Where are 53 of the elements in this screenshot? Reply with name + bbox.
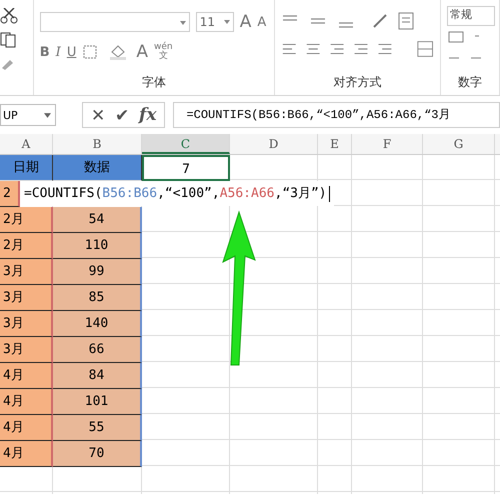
insert-function-button[interactable]: fx (139, 105, 156, 125)
table-cell[interactable]: 7 (142, 155, 230, 181)
table-cell[interactable]: 140 (53, 311, 142, 337)
column-header[interactable]: G (423, 134, 495, 154)
formula-field[interactable]: =COUNTIFS(B56:B66,“<100”,A56:A66,“3月 (173, 102, 500, 128)
table-cell[interactable]: 4月 (0, 441, 53, 467)
underline-button[interactable]: U (66, 44, 76, 60)
bold-button[interactable]: B (40, 44, 50, 60)
group-label: 字体 (140, 74, 167, 91)
font-size-field[interactable]: 11 (196, 12, 234, 32)
table-cell[interactable]: 3月 (0, 259, 53, 285)
number-format-field[interactable]: 常规 (447, 6, 495, 26)
table-cell[interactable]: 70 (53, 441, 142, 467)
in-cell-formula[interactable]: =COUNTIFS(B56:B66,“<100”,A56:A66,“3月”) (20, 181, 334, 206)
table-cell[interactable]: 3月 (0, 285, 53, 311)
dropdown-icon[interactable] (44, 112, 51, 118)
column-header[interactable]: A (0, 134, 53, 154)
dropdown-icon[interactable] (224, 20, 230, 24)
shrink-font-button[interactable]: A (257, 14, 266, 30)
table-cell[interactable]: 66 (53, 337, 142, 363)
grow-font-button[interactable]: A (240, 12, 252, 32)
table-cell[interactable]: 4月 (0, 363, 53, 389)
column-header[interactable]: E (318, 134, 352, 154)
table-cell[interactable]: 101 (53, 389, 142, 415)
cancel-button[interactable]: ✕ (91, 104, 105, 126)
table-cell[interactable]: 4月 (0, 389, 53, 415)
table-cell[interactable]: 3月 (0, 311, 53, 337)
column-header[interactable]: D (230, 134, 318, 154)
table-cell[interactable]: 99 (53, 259, 142, 285)
table-cell[interactable]: 54 (53, 207, 142, 233)
table-cell[interactable]: 110 (53, 233, 142, 259)
dropdown-icon[interactable] (180, 21, 186, 25)
enter-button[interactable]: ✔ (115, 104, 129, 126)
column-header[interactable]: F (352, 134, 423, 154)
column-header[interactable]: C (142, 134, 230, 154)
table-cell[interactable]: 2月 (0, 233, 53, 259)
table-cell[interactable]: 2 (0, 181, 20, 207)
font-color-button[interactable]: A (136, 42, 148, 62)
name-box[interactable]: UP (0, 104, 56, 126)
table-cell[interactable]: 数据 (53, 155, 142, 181)
italic-button[interactable]: I (56, 44, 61, 60)
table-cell[interactable]: 3月 (0, 337, 53, 363)
table-cell[interactable]: 日期 (0, 155, 53, 181)
group-label: 对齐方式 (332, 74, 382, 91)
table-cell[interactable]: 55 (53, 415, 142, 441)
table-cell[interactable]: 2月 (0, 207, 53, 233)
table-cell[interactable]: 84 (53, 363, 142, 389)
phonetic-button[interactable]: wén 文 (154, 43, 173, 61)
merge-cells-icon[interactable] (416, 40, 436, 58)
font-name-field[interactable] (40, 12, 190, 32)
group-label: 数字 (457, 74, 483, 91)
table-cell[interactable]: 85 (53, 285, 142, 311)
table-cell[interactable]: 4月 (0, 415, 53, 441)
